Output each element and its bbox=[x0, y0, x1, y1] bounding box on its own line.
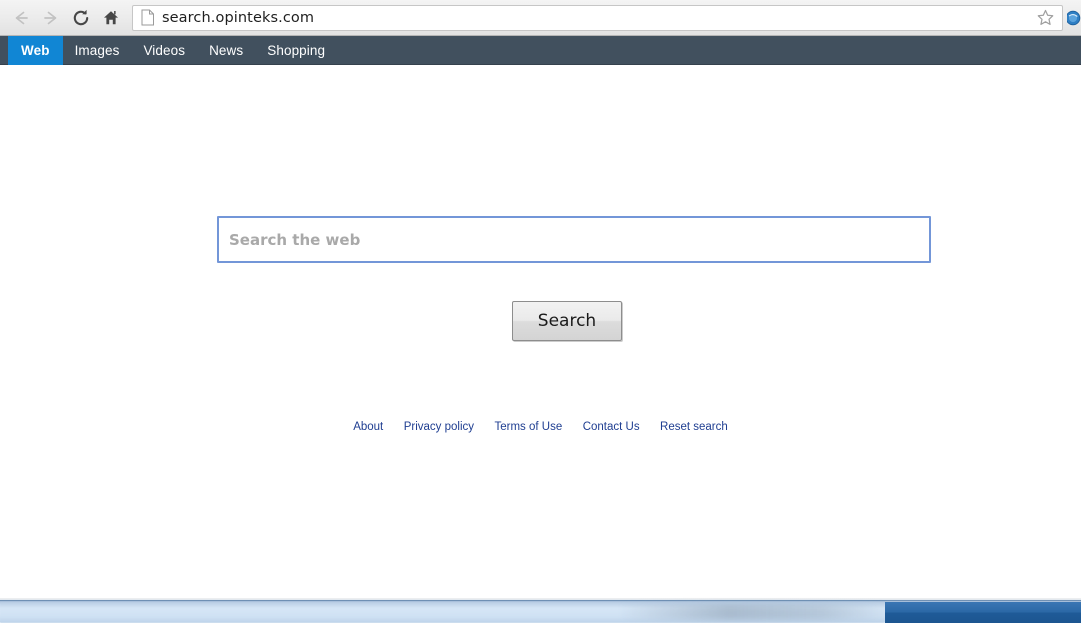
search-button[interactable]: Search bbox=[512, 301, 622, 341]
address-bar[interactable]: search.opinteks.com bbox=[132, 4, 1063, 31]
footer-link-about[interactable]: About bbox=[353, 421, 383, 433]
nav-item-web[interactable]: Web bbox=[8, 36, 63, 65]
extension-circle-icon[interactable] bbox=[1067, 5, 1081, 31]
star-outline-icon[interactable] bbox=[1036, 8, 1055, 27]
home-icon bbox=[101, 8, 121, 28]
taskbar-active-window-segment[interactable] bbox=[885, 602, 1081, 623]
footer-link-terms-of-use[interactable]: Terms of Use bbox=[494, 421, 562, 433]
arrow-right-icon bbox=[41, 8, 61, 28]
reload-icon bbox=[71, 8, 91, 28]
forward-button[interactable] bbox=[36, 3, 66, 33]
nav-item-images[interactable]: Images bbox=[63, 36, 132, 65]
home-button[interactable] bbox=[96, 3, 126, 33]
nav-item-label: Web bbox=[21, 43, 50, 58]
arrow-left-icon bbox=[11, 8, 31, 28]
footer-link-contact-us[interactable]: Contact Us bbox=[583, 421, 640, 433]
site-navigation-bar: Web Images Videos News Shopping bbox=[0, 36, 1081, 65]
nav-item-news[interactable]: News bbox=[197, 36, 255, 65]
nav-item-label: Videos bbox=[143, 43, 186, 58]
search-button-label: Search bbox=[537, 311, 597, 331]
nav-item-shopping[interactable]: Shopping bbox=[255, 36, 337, 65]
search-input[interactable] bbox=[229, 218, 929, 261]
page-document-icon bbox=[141, 9, 155, 26]
footer-link-privacy-policy[interactable]: Privacy policy bbox=[404, 421, 474, 433]
nav-item-label: Shopping bbox=[267, 43, 326, 58]
taskbar-blurred-content bbox=[620, 604, 890, 620]
nav-item-videos[interactable]: Videos bbox=[131, 36, 197, 65]
back-button[interactable] bbox=[6, 3, 36, 33]
search-box[interactable] bbox=[217, 216, 931, 263]
url-text: search.opinteks.com bbox=[162, 9, 315, 26]
nav-item-label: News bbox=[209, 43, 244, 58]
os-taskbar[interactable] bbox=[0, 600, 1081, 623]
nav-item-label: Images bbox=[74, 43, 120, 58]
footer-link-reset-search[interactable]: Reset search bbox=[660, 421, 728, 433]
browser-toolbar: search.opinteks.com bbox=[0, 0, 1081, 36]
footer-links: About Privacy policy Terms of Use Contac… bbox=[0, 417, 1081, 435]
search-page-content: Search About Privacy policy Terms of Use… bbox=[0, 65, 1081, 600]
reload-button[interactable] bbox=[66, 3, 96, 33]
